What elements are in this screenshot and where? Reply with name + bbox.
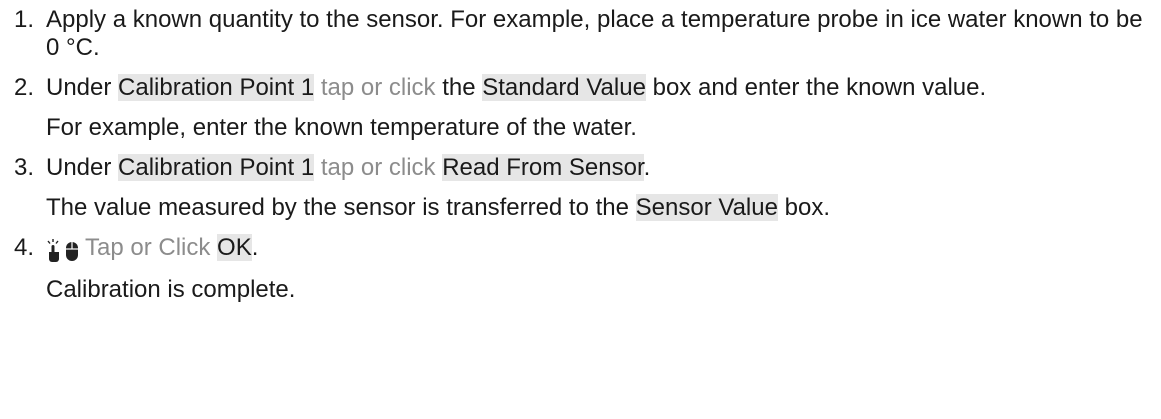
action-hint: tap or click	[314, 74, 436, 101]
step-note: For example, enter the known temperature…	[46, 114, 637, 141]
step-number: 2.	[14, 74, 35, 101]
text-fragment: box and enter the known value.	[645, 74, 987, 101]
step-note: The value measured by the sensor is tran…	[46, 194, 1161, 222]
action-hint: tap or click	[314, 154, 436, 181]
step-4: 4. Tap or Click OK. Calibration is compl…	[14, 234, 1161, 304]
action-hint: Tap or Click	[85, 234, 211, 261]
tap-hand-icon	[47, 238, 59, 262]
step-text: Tap or Click OK.	[46, 234, 1161, 264]
input-icons	[46, 236, 79, 264]
ui-label-calibration-point-1: Calibration Point 1	[118, 154, 315, 181]
ui-label-calibration-point-1: Calibration Point 1	[118, 74, 315, 101]
step-text: Under Calibration Point 1 tap or click t…	[46, 74, 1161, 102]
step-number: 4.	[14, 234, 35, 261]
ui-label-ok: OK	[217, 234, 252, 261]
ui-label-sensor-value: Sensor Value	[635, 194, 778, 221]
text-fragment: Under	[46, 154, 119, 181]
step-number: 1.	[14, 6, 35, 33]
step-1: 1. Apply a known quantity to the sensor.…	[14, 6, 1161, 62]
step-text: Apply a known quantity to the sensor. Fo…	[46, 6, 1143, 61]
text-fragment: Under	[46, 74, 119, 101]
text-fragment: box.	[777, 194, 830, 221]
ui-label-read-from-sensor: Read From Sensor	[442, 154, 644, 181]
step-note: Calibration is complete.	[46, 276, 296, 303]
step-3: 3. Under Calibration Point 1 tap or clic…	[14, 154, 1161, 222]
text-fragment: .	[643, 154, 651, 181]
text-fragment: the	[435, 74, 483, 101]
step-number: 3.	[14, 154, 35, 181]
step-2: 2. Under Calibration Point 1 tap or clic…	[14, 74, 1161, 142]
step-text: Under Calibration Point 1 tap or click R…	[46, 154, 1161, 182]
text-fragment: The value measured by the sensor is tran…	[46, 194, 636, 221]
instruction-list: 1. Apply a known quantity to the sensor.…	[0, 0, 1161, 304]
text-fragment: .	[251, 234, 259, 261]
mouse-icon	[66, 241, 78, 261]
ui-label-standard-value: Standard Value	[482, 74, 646, 101]
